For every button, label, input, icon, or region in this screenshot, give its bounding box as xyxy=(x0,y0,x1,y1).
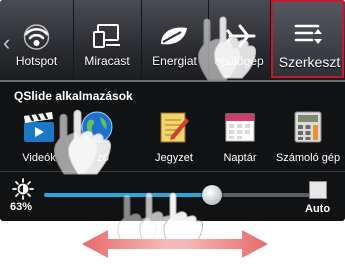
section-divider xyxy=(0,80,345,82)
qslide-app-videos[interactable]: Videók xyxy=(6,108,72,168)
swipe-arrows-icon xyxy=(82,230,268,258)
notepad-icon xyxy=(160,112,189,143)
qslide-title: QSlide alkalmazások xyxy=(14,89,133,103)
tile-label: Energiat xyxy=(152,54,197,68)
auto-brightness-label: Auto xyxy=(305,203,331,215)
edit-list-icon xyxy=(294,24,322,44)
auto-brightness-checkbox[interactable] xyxy=(309,181,327,199)
calendar-icon xyxy=(225,113,255,142)
slider-thumb[interactable] xyxy=(201,185,222,205)
slider-fill xyxy=(44,193,212,197)
brightness-value: 63% xyxy=(10,201,33,213)
globe-icon xyxy=(81,111,113,143)
qslide-app-notes[interactable]: Jegyzet xyxy=(141,108,207,168)
tile-energy-saver[interactable]: Energiat xyxy=(141,0,209,80)
app-label: Számoló gép xyxy=(275,152,341,164)
chevron-left-icon[interactable]: ‹ xyxy=(3,31,17,55)
brightness-sun-icon xyxy=(12,178,34,200)
qslide-app-calculator[interactable]: Számoló gép xyxy=(270,108,345,168)
calculator-icon xyxy=(294,111,322,143)
qslide-app-browser[interactable]: ző xyxy=(64,108,130,168)
miracast-icon xyxy=(93,24,120,48)
brightness-slider[interactable] xyxy=(44,185,310,205)
notification-panel: ‹ Hotspot Miracast Energiat epülőgép Sze… xyxy=(0,0,345,221)
tile-label: Hotspot xyxy=(15,54,58,68)
app-label: ző xyxy=(97,152,109,164)
energy-saver-icon xyxy=(161,27,187,45)
airplane-icon xyxy=(226,24,256,48)
tile-label: epülőgép xyxy=(214,54,264,68)
tile-airplane-mode[interactable]: epülőgép xyxy=(208,0,271,80)
edit-button[interactable]: Szerkeszt xyxy=(271,0,344,78)
tile-label: Miracast xyxy=(84,54,130,68)
quick-settings-bar: ‹ Hotspot Miracast Energiat epülőgép Sze… xyxy=(0,0,345,80)
video-clapper-icon xyxy=(24,112,54,142)
tile-miracast[interactable]: Miracast xyxy=(73,0,142,80)
section-divider xyxy=(0,171,345,172)
tile-label: Szerkeszt xyxy=(278,54,341,70)
